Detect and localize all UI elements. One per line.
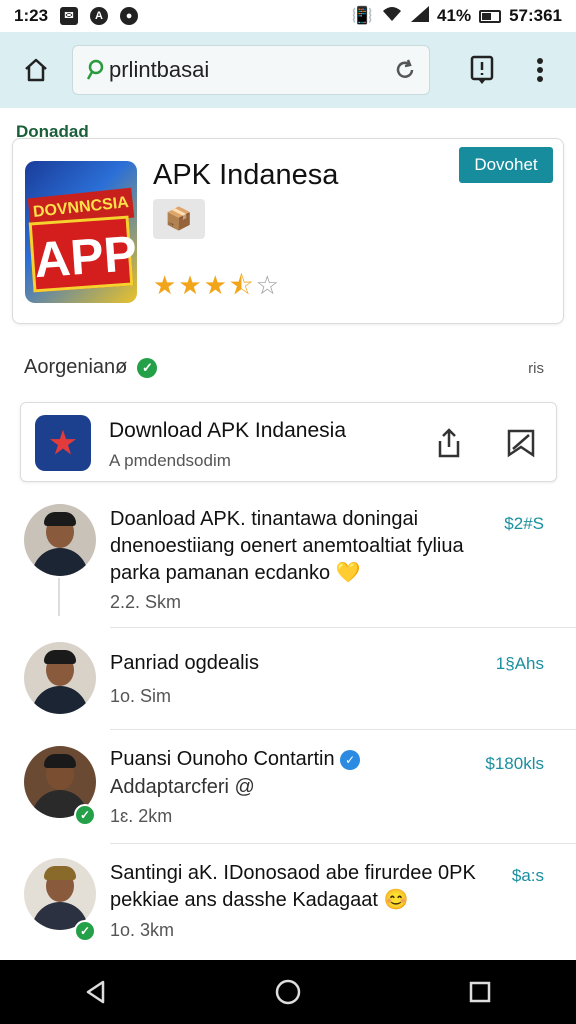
star-icon: ★ [203,270,229,300]
avatar [24,504,96,576]
download-card-subtitle: A pmdendsodim [109,451,231,470]
empty-star-icon: ☆ [255,270,281,300]
list-item-text: Panriad ogdealis [110,652,259,674]
avatar-hair [44,512,76,526]
list-item-meta: 2.2. Skm [110,592,182,612]
recents-button[interactable] [460,972,500,1012]
avatar [24,642,96,714]
home-circle-icon [275,979,301,1005]
more-menu-button[interactable] [522,52,558,88]
list-item-meta: 1o. Sim [110,686,172,706]
share-icon [438,428,460,458]
avatar-body [32,548,88,576]
star-icon: ★ [153,270,179,300]
status-right-text: 57:361 [509,6,562,25]
status-time: 1:23 [14,6,49,25]
url-text: prlintbasai [109,57,210,82]
list-item-text: Puansi Ounoho Contartin [110,748,335,770]
download-card-title: Download APK Indanesia [109,419,346,442]
notification-icon: ✉ [60,7,79,25]
featured-app-card[interactable]: DOVNNCSIA APP APK Indanesa 📦 ★★★⯪☆ Dovoh… [12,138,564,324]
signal-icon [411,5,430,27]
list-item-price: 1§Ahs [495,654,544,673]
vibrate-icon: 📳 [351,6,374,25]
address-bar[interactable]: prlintbasai [72,45,430,95]
battery-icon [479,9,502,23]
verified-badge-icon: ✓ [74,920,96,942]
list-item-price: $2#S [504,514,544,533]
app-icon-big-text: APP [28,215,137,293]
app-notification-icon: A [90,7,109,25]
list-item-text: Doanload APK. tinantawa doningai dnenoes… [110,508,464,584]
status-bar: 1:23 ✉ A ● 📳 41% 57:361 [0,0,576,32]
chat-notification-icon: ● [120,7,139,25]
report-icon [470,55,494,84]
verified-badge-icon: ✓ [74,804,96,826]
list-item-meta: 1ɛ. 2km [110,806,173,826]
list-item[interactable]: Panriad ogdealis 1o. Sim 1§Ahs [0,628,576,730]
list-item-subtext: Addaptarcferi @ [110,776,255,798]
browser-toolbar: prlintbasai [0,32,576,108]
app-title: APK Indanesa [153,159,339,191]
apk-app-icon: ★ [35,415,91,471]
list-item-price: $a:s [511,866,544,885]
search-icon [86,59,104,80]
home-nav-button[interactable] [268,972,308,1012]
reload-icon[interactable] [393,58,417,82]
category-badge-icon: 📦 [153,199,205,239]
list-item[interactable]: ✓ Santingi aK. IDonosaod abe firurdee 0P… [0,844,576,954]
bookmark-icon [507,429,535,458]
half-star-icon: ⯪ [228,270,256,300]
list-item-title-row: Puansi Ounoho Contartin ✓ [110,746,490,773]
bookmark-button[interactable] [503,425,539,461]
more-vert-icon [537,58,543,82]
app-icon[interactable]: DOVNNCSIA APP [25,161,137,303]
section-title: Aorgenianø [24,356,128,378]
section-title-row: Aorgenianø ✓ [24,356,158,379]
wifi-icon [381,5,403,28]
list-item-meta: 1o. 3km [110,920,175,940]
download-card[interactable]: ★ Download APK Indanesia A pmdendsodim [20,402,557,482]
list-item-price: $180kls [485,754,544,773]
section-right-label: ris [528,360,544,377]
home-button[interactable] [18,52,54,88]
share-button[interactable] [431,425,467,461]
battery-percent: 41% [437,6,472,25]
thread-line [58,578,60,616]
verified-blue-icon: ✓ [340,749,361,770]
list-item-text: Santingi aK. IDonosaod abe firurdee 0PK … [110,862,476,911]
verified-check-icon: ✓ [137,357,158,378]
back-button[interactable] [76,972,116,1012]
star-icon: ★ [178,270,204,300]
download-button[interactable]: Dovohet [459,147,553,183]
avatar-hair [44,650,76,664]
home-icon [25,58,47,82]
report-button[interactable] [464,52,500,88]
system-nav-bar [0,960,576,1024]
avatar-body [32,686,88,714]
avatar-hair [44,754,76,768]
list-item[interactable]: ✓ Puansi Ounoho Contartin ✓ Addaptarcfer… [0,730,576,844]
avatar-cap [44,866,76,880]
star-rating: ★★★⯪☆ [153,267,281,311]
back-icon [86,980,105,1004]
recents-icon [469,981,491,1003]
list-item[interactable]: Doanload APK. tinantawa doningai dnenoes… [0,500,576,628]
